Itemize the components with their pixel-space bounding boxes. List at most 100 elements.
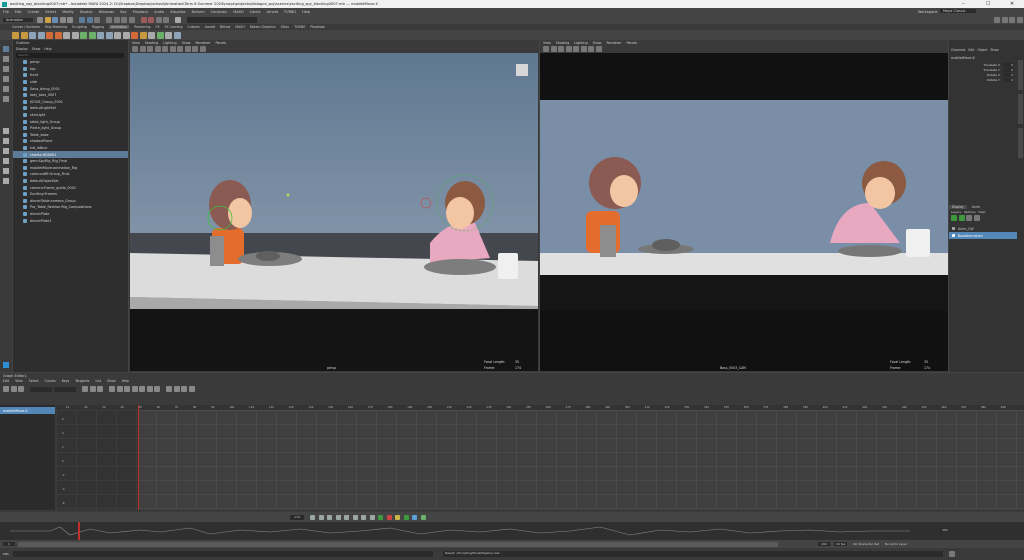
list-item[interactable]: persp: [13, 59, 128, 66]
vp-menu-view[interactable]: View: [132, 41, 140, 45]
list-item[interactable]: gem:SpyRig_Rig_Final: [13, 158, 128, 165]
modeling-toolkit-tab[interactable]: [1018, 128, 1023, 158]
maximize-button[interactable]: ☐: [986, 1, 990, 7]
menu-create[interactable]: Create: [28, 10, 40, 14]
menu-display[interactable]: Display: [80, 10, 93, 14]
move-tool-icon[interactable]: [3, 76, 9, 82]
shelf-icon[interactable]: [88, 31, 96, 39]
step-back-frame-icon[interactable]: [327, 514, 332, 520]
shelf-tab[interactable]: Motion Graphics: [250, 25, 276, 29]
frame-all-icon[interactable]: [82, 386, 88, 392]
step-tangent-icon[interactable]: [146, 386, 153, 392]
render-settings-icon[interactable]: [155, 16, 162, 23]
ge-menu-keys[interactable]: Keys: [62, 379, 69, 383]
command-input[interactable]: [13, 551, 434, 557]
list-item[interactable]: JSOGE_Group_0001: [13, 99, 128, 106]
list-item[interactable]: camera:Frame_guide_0001: [13, 184, 128, 191]
viewport-scene[interactable]: [130, 53, 538, 371]
list-item[interactable]: skinLight: [13, 112, 128, 119]
arnold-render-icon[interactable]: [175, 16, 181, 23]
spline-tangent-icon[interactable]: [116, 386, 123, 392]
hypershade-icon[interactable]: [163, 16, 169, 23]
ge-menu-tangents[interactable]: Tangents: [75, 379, 89, 383]
attribute-editor-tab[interactable]: [1018, 60, 1023, 90]
cb-tab-edit[interactable]: Edit: [968, 48, 974, 52]
clamped-tangent-icon[interactable]: [124, 386, 130, 392]
shelf-tab[interactable]: Rendering: [134, 25, 150, 29]
vp-menu-shading[interactable]: Shading: [556, 41, 569, 45]
vp-menu-show[interactable]: Show: [182, 41, 191, 45]
anim-layer-dropdown[interactable]: No Anim Layer: [885, 542, 907, 546]
move-key-icon[interactable]: [3, 386, 9, 392]
select-component-icon[interactable]: [94, 16, 100, 23]
shelf-tab[interactable]: FX: [156, 25, 160, 29]
list-item[interactable]: dinnerPlate: [13, 211, 128, 218]
wireframe-icon[interactable]: [154, 46, 161, 52]
ghost-icon[interactable]: [412, 514, 417, 520]
layout-four-icon[interactable]: [3, 148, 9, 154]
xray-icon[interactable]: [199, 46, 206, 52]
lattice-deform-icon[interactable]: [18, 386, 24, 392]
layer-tab-display[interactable]: Display: [949, 204, 967, 209]
textured-icon[interactable]: [169, 46, 176, 52]
ipr-render-icon[interactable]: [148, 16, 154, 23]
menu-key[interactable]: Key: [120, 10, 126, 14]
go-to-end-icon[interactable]: [369, 514, 375, 520]
current-time-marker[interactable]: [78, 522, 80, 540]
list-item[interactable]: defaultObjectSet: [13, 178, 128, 185]
cb-tab-show[interactable]: Show: [990, 48, 998, 52]
vp-menu-renderer[interactable]: Renderer: [606, 41, 621, 45]
layout-single-icon[interactable]: [3, 128, 9, 134]
fps-dropdown[interactable]: 24 fps: [834, 542, 848, 546]
shelf-icon[interactable]: [63, 31, 70, 39]
menu-deform[interactable]: Deform: [192, 10, 205, 14]
layer-menu-help[interactable]: Help: [979, 210, 986, 214]
menu-select[interactable]: Select: [45, 10, 56, 14]
viewport-scene[interactable]: [540, 53, 948, 371]
open-scene-icon[interactable]: [44, 16, 51, 23]
menu-edit[interactable]: Edit: [15, 10, 22, 14]
ge-outline-item[interactable]: mobiletMove:X: [0, 407, 55, 414]
shelf-icon[interactable]: [105, 31, 113, 39]
snap-curve-icon[interactable]: [113, 16, 120, 23]
layer-row-selected[interactable]: BaseAnimation: [949, 232, 1017, 239]
character-set-dropdown[interactable]: No Character Set: [853, 542, 879, 546]
list-item[interactable]: lady_toes_0007: [13, 92, 128, 99]
lights-icon[interactable]: [588, 46, 594, 52]
shelf-icon[interactable]: [54, 31, 62, 39]
shelf-icon[interactable]: [29, 31, 36, 39]
shelf-tab[interactable]: XGen: [281, 25, 290, 29]
layout-graph-icon[interactable]: [3, 168, 9, 174]
step-forward-frame-icon[interactable]: [352, 514, 358, 520]
range-start-field[interactable]: 1: [3, 542, 15, 546]
lights-icon[interactable]: [177, 46, 183, 52]
smooth-shade-icon[interactable]: [573, 46, 579, 52]
wireframe-icon[interactable]: [565, 46, 572, 52]
toggle-attribute-editor-icon[interactable]: [1009, 16, 1015, 23]
shelf-icon[interactable]: [12, 31, 19, 39]
list-item[interactable]: dinnerPlate1: [13, 217, 128, 224]
shelf-tab[interactable]: Bifrost: [220, 25, 230, 29]
stats-field[interactable]: [30, 386, 52, 392]
shelf-tab[interactable]: Sculpting: [72, 25, 87, 29]
shelf-icon[interactable]: [80, 31, 87, 39]
vp-menu-lighting[interactable]: Lighting: [574, 41, 587, 45]
linear-tangent-icon[interactable]: [131, 386, 138, 392]
list-item[interactable]: Pro_Table_Fashion:Rig_Compositions: [13, 204, 128, 211]
menu-help[interactable]: Help: [302, 10, 310, 14]
shelf-tab[interactable]: Rigging: [92, 25, 104, 29]
bookmark-icon[interactable]: [139, 46, 146, 52]
break-tangent-icon[interactable]: [166, 386, 172, 392]
grid-toggle-icon[interactable]: [147, 46, 153, 52]
outliner-search-input[interactable]: Search...: [16, 53, 124, 58]
layer-menu-layers[interactable]: Layers: [951, 210, 961, 214]
shelf-icon[interactable]: [139, 31, 147, 39]
new-layer-selected-icon[interactable]: [958, 214, 965, 221]
list-item[interactable]: table_light_Group: [13, 118, 128, 125]
move-layer-up-icon[interactable]: [966, 214, 972, 221]
shelf-tab[interactable]: Playblast: [310, 25, 324, 29]
step-forward-key-icon[interactable]: [361, 514, 366, 520]
range-bar[interactable]: [18, 541, 778, 547]
vp-menu-shading[interactable]: Shading: [145, 41, 158, 45]
step-back-key-icon[interactable]: [318, 514, 324, 520]
